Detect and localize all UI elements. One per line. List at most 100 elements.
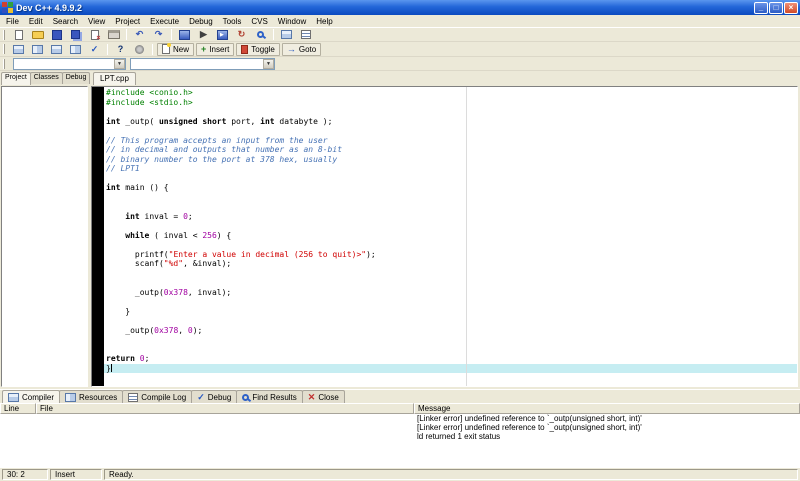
compiler-combo[interactable]: ▼ [13, 57, 126, 70]
code-line[interactable]: // binary number to the port at 378 hex,… [104, 155, 797, 165]
code-line[interactable]: // in decimal and outputs that number as… [104, 145, 797, 155]
window-layout-button[interactable] [67, 43, 84, 56]
chevron-down-icon[interactable]: ▼ [114, 58, 125, 69]
code-line[interactable] [104, 316, 797, 326]
toolbar-grip[interactable] [3, 29, 5, 40]
code-line[interactable]: #include <stdio.h> [104, 98, 797, 108]
window-title: Dev C++ 4.9.9.2 [16, 2, 83, 13]
code-line[interactable]: scanf("%d", &inval); [104, 259, 797, 269]
code-line[interactable]: int _outp( unsigned short port, int data… [104, 117, 797, 127]
table-row[interactable]: [Linker error] undefined reference to `_… [0, 414, 800, 423]
undo-button[interactable]: ↶ [131, 28, 148, 41]
menu-project[interactable]: Project [110, 16, 145, 27]
redo-button[interactable]: ↷ [150, 28, 167, 41]
tab-lpt-cpp[interactable]: LPT.cpp [93, 72, 136, 85]
code-area[interactable]: #include <conio.h> #include <stdio.h> int … [104, 88, 797, 373]
code-line[interactable]: printf("Enter a value in decimal (256 to… [104, 250, 797, 260]
remove-from-project-button[interactable] [29, 43, 46, 56]
code-line[interactable]: while ( inval < 256) { [104, 231, 797, 241]
debug-button[interactable] [252, 28, 269, 41]
project-options-button[interactable] [48, 43, 65, 56]
close-button[interactable]: × [784, 1, 798, 14]
environment-options-button[interactable] [131, 43, 148, 56]
close-file-button[interactable] [86, 28, 103, 42]
menu-cvs[interactable]: CVS [246, 16, 272, 27]
code-line[interactable] [104, 240, 797, 250]
compile-and-run-button[interactable] [214, 28, 231, 41]
editor[interactable]: #include <conio.h> #include <stdio.h> int … [91, 86, 798, 387]
profiling-log-button[interactable] [297, 28, 314, 41]
new-button[interactable]: New [157, 42, 195, 56]
menu-tools[interactable]: Tools [218, 16, 247, 27]
save-all-button[interactable] [67, 28, 84, 41]
code-line[interactable] [104, 107, 797, 117]
toggle-button[interactable]: Toggle [236, 42, 280, 56]
code-line[interactable] [104, 126, 797, 136]
code-line[interactable]: #include <conio.h> [104, 88, 797, 98]
column-header-line[interactable]: Line [0, 403, 36, 414]
project-browser-panel[interactable] [1, 86, 88, 387]
menu-file[interactable]: File [1, 16, 24, 27]
add-to-project-button[interactable] [10, 43, 27, 56]
chevron-down-icon[interactable]: ▼ [263, 58, 274, 69]
menu-search[interactable]: Search [48, 16, 83, 27]
new-source-file-button[interactable] [10, 28, 27, 41]
toolbar-grip[interactable] [3, 44, 5, 54]
tab-compiler[interactable]: Compiler [2, 390, 61, 403]
code-line[interactable] [104, 174, 797, 184]
code-line[interactable] [104, 202, 797, 212]
code-line[interactable] [104, 278, 797, 288]
profile-button[interactable] [278, 28, 295, 41]
print-button[interactable] [105, 28, 122, 41]
code-line[interactable]: } [104, 363, 797, 373]
code-line[interactable]: _outp(0x378, 0); [104, 326, 797, 336]
run-icon: ▶ [200, 29, 207, 39]
tab-debug[interactable]: Debug [61, 72, 91, 84]
code-line[interactable]: // This program accepts an input from th… [104, 136, 797, 146]
code-line[interactable]: _outp(0x378, inval); [104, 288, 797, 298]
code-line[interactable]: return 0; [104, 354, 797, 364]
tab-find-results[interactable]: Find Results [236, 390, 303, 403]
minimize-button[interactable]: _ [754, 1, 768, 14]
code-line[interactable] [104, 297, 797, 307]
insert-button[interactable]: + Insert [196, 42, 235, 56]
help-button[interactable]: ? [112, 43, 129, 56]
maximize-button[interactable]: □ [769, 1, 783, 14]
goto-button[interactable]: → Goto [281, 42, 322, 56]
menu-view[interactable]: View [83, 16, 110, 27]
syntax-check-button[interactable]: ✓ [86, 43, 103, 56]
tab-project[interactable]: Project [1, 72, 31, 85]
menu-execute[interactable]: Execute [145, 16, 184, 27]
open-project-button[interactable] [29, 28, 46, 41]
code-line[interactable] [104, 345, 797, 355]
tab-debug[interactable]: ✓ Debug [191, 390, 238, 403]
table-row[interactable]: [Linker error] undefined reference to `_… [0, 423, 800, 432]
tab-resources[interactable]: Resources [59, 390, 124, 403]
rebuild-all-button[interactable]: ↻ [233, 28, 250, 41]
code-line[interactable] [104, 269, 797, 279]
menu-edit[interactable]: Edit [24, 16, 48, 27]
code-line[interactable] [104, 335, 797, 345]
compile-button[interactable] [176, 28, 193, 41]
tab-close[interactable]: ✕ Close [301, 390, 345, 403]
menu-debug[interactable]: Debug [184, 16, 218, 27]
tab-compile-log[interactable]: Compile Log [122, 390, 193, 403]
code-line[interactable] [104, 193, 797, 203]
status-message: Ready. [104, 469, 798, 480]
column-header-file[interactable]: File [36, 403, 414, 414]
code-line[interactable]: // LPT1 [104, 164, 797, 174]
insert-mode-indicator: Insert [50, 469, 102, 480]
toolbar-grip[interactable] [3, 58, 5, 69]
code-line[interactable]: } [104, 307, 797, 317]
menu-window[interactable]: Window [273, 16, 311, 27]
tab-classes[interactable]: Classes [29, 72, 63, 84]
code-line[interactable]: int inval = 0; [104, 212, 797, 222]
column-header-message[interactable]: Message [414, 403, 800, 414]
run-button[interactable]: ▶ [195, 28, 212, 41]
class-browser-combo[interactable]: ▼ [130, 57, 275, 70]
menu-help[interactable]: Help [311, 16, 337, 27]
code-line[interactable]: int main () { [104, 183, 797, 193]
code-line[interactable] [104, 221, 797, 231]
save-button[interactable] [48, 28, 65, 41]
table-row[interactable]: ld returned 1 exit status [0, 432, 800, 441]
